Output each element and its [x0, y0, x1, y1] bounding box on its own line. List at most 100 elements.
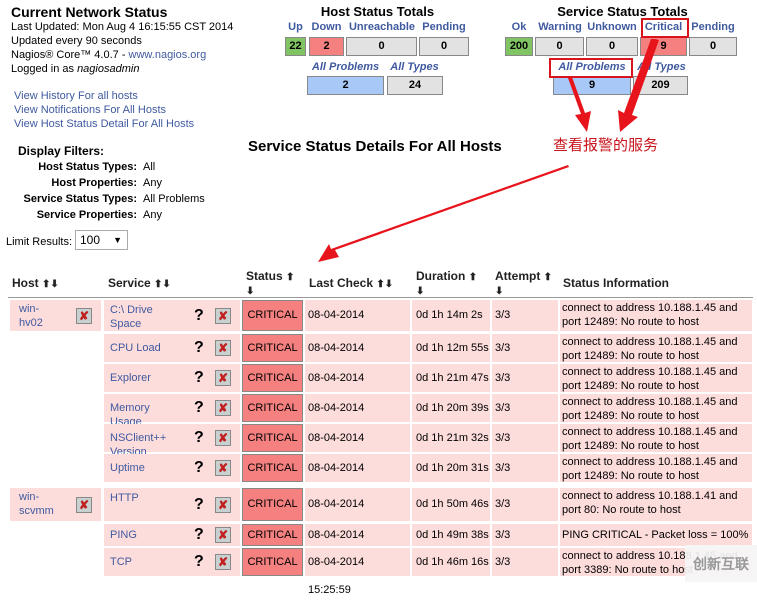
notifications-disabled-icon[interactable]: ✘ [215, 527, 231, 543]
service-cell: Uptime? ✘ [104, 454, 240, 482]
sort-up-icon[interactable]: ⬆ [469, 272, 477, 283]
header-duration-label: Duration [416, 269, 466, 283]
filter-label-host-properties: Host Properties: [51, 177, 137, 189]
notifications-disabled-icon[interactable]: ✘ [215, 400, 231, 416]
duration-cell: 0d 1h 21m 32s [412, 424, 490, 452]
column-header-duration[interactable]: Duration ⬆ ⬇ [416, 269, 477, 297]
duration-cell: 0d 1h 12m 55s [412, 334, 490, 362]
host-cell: win-hv02 ✘ [10, 300, 101, 331]
duration-cell: 0d 1h 46m 16s [412, 548, 490, 576]
service-link[interactable]: Explorer [110, 371, 180, 385]
sort-down-icon[interactable]: ⬇ [416, 286, 424, 297]
attempt-cell: 3/3 [492, 394, 558, 422]
attempt-cell: 3/3 [492, 548, 558, 576]
notifications-disabled-icon[interactable]: ✘ [76, 496, 92, 513]
attempt-cell: 3/3 [492, 524, 558, 546]
column-header-host[interactable]: Host ⬆⬇ [12, 276, 59, 290]
column-header-status-information: Status Information [563, 276, 670, 290]
service-cell: Explorer? ✘ [104, 364, 240, 392]
attempt-cell: 3/3 [492, 454, 558, 482]
status-information-cell: connect to address 10.188.1.45 and port … [560, 364, 752, 392]
help-icon[interactable]: ? [194, 429, 204, 447]
attempt-cell: 3/3 [492, 488, 558, 521]
help-icon[interactable]: ? [194, 459, 204, 477]
status-badge: CRITICAL [242, 334, 303, 362]
attempt-cell: 3/3 [492, 424, 558, 452]
sort-down-icon[interactable]: ⬇ [246, 286, 254, 297]
duration-cell: 0d 1h 21m 47s [412, 364, 490, 392]
column-header-status[interactable]: Status ⬆ ⬇ [246, 269, 294, 297]
service-cell: HTTP? ✘ [104, 488, 240, 521]
column-header-last-check[interactable]: Last Check ⬆⬇ [309, 276, 393, 290]
arrow-to-status-column [318, 165, 569, 262]
status-information-cell: connect to address 10.188.1.45 and port … [560, 394, 752, 422]
sort-up-icon[interactable]: ⬆ [286, 272, 294, 283]
sort-up-icon[interactable]: ⬆ [544, 272, 552, 283]
notifications-disabled-icon[interactable]: ✘ [215, 430, 231, 446]
help-icon[interactable]: ? [194, 307, 204, 325]
status-information-cell: connect to address 10.188.1.45 and port … [560, 454, 752, 482]
duration-cell: 0d 1h 14m 2s [412, 300, 490, 331]
help-icon[interactable]: ? [194, 339, 204, 357]
service-link[interactable]: CPU Load [110, 341, 180, 355]
notifications-disabled-icon[interactable]: ✘ [76, 307, 92, 324]
status-badge: CRITICAL [242, 424, 303, 452]
attempt-cell: 3/3 [492, 300, 558, 331]
help-icon[interactable]: ? [194, 553, 204, 571]
help-icon[interactable]: ? [194, 496, 204, 514]
column-header-attempt[interactable]: Attempt ⬆ ⬇ [495, 269, 552, 297]
status-badge: CRITICAL [242, 364, 303, 392]
filter-label-service-properties: Service Properties: [36, 209, 137, 221]
service-link[interactable]: C:\ Drive Space [110, 303, 180, 331]
sort-arrows-icon[interactable]: ⬆⬇ [154, 279, 171, 290]
last-check-cell: 08-04-2014 15:25:15 [305, 394, 410, 442]
service-link[interactable]: PING [110, 528, 180, 542]
status-badge: CRITICAL [242, 394, 303, 422]
host-link[interactable]: win-hv02 [19, 302, 57, 330]
arrow-to-critical [618, 39, 659, 132]
limit-results-label: Limit Results: [6, 236, 73, 248]
notifications-disabled-icon[interactable]: ✘ [215, 340, 231, 356]
last-check-cell: 08-04-2014 15:25:15 [305, 424, 410, 472]
attempt-cell: 3/3 [492, 334, 558, 362]
status-badge: CRITICAL [242, 488, 303, 521]
host-cell: win-scvmm ✘ [10, 488, 101, 521]
service-link[interactable]: TCP [110, 555, 180, 569]
notifications-disabled-icon[interactable]: ✘ [215, 496, 231, 513]
notifications-disabled-icon[interactable]: ✘ [215, 307, 231, 324]
last-check-cell: 08-04-2014 15:25:15 [305, 454, 410, 502]
filter-label-service-status: Service Status Types: [23, 193, 137, 205]
service-link[interactable]: HTTP [110, 491, 180, 505]
help-icon[interactable]: ? [194, 369, 204, 387]
help-icon[interactable]: ? [194, 526, 204, 544]
column-header-service[interactable]: Service ⬆⬇ [108, 276, 171, 290]
attempt-cell: 3/3 [492, 364, 558, 392]
service-link[interactable]: Uptime [110, 461, 180, 475]
last-check-cell: 08-04-2014 15:25:15 [305, 364, 410, 412]
status-badge: CRITICAL [242, 454, 303, 482]
limit-results-select[interactable]: 100 ▼ [75, 230, 128, 250]
status-badge: CRITICAL [242, 524, 303, 546]
notifications-disabled-icon[interactable]: ✘ [215, 370, 231, 386]
limit-results-value: 100 [80, 233, 101, 247]
service-cell: PING? ✘ [104, 524, 240, 546]
duration-cell: 0d 1h 20m 31s [412, 454, 490, 482]
sort-down-icon[interactable]: ⬇ [495, 286, 503, 297]
notifications-disabled-icon[interactable]: ✘ [215, 460, 231, 476]
sort-arrows-icon[interactable]: ⬆⬇ [42, 279, 59, 290]
arrow-to-all-problems [568, 77, 591, 132]
header-last-check-label: Last Check [309, 276, 374, 290]
status-information-cell: connect to address 10.188.1.45 and port … [560, 300, 752, 331]
filter-value-service-status: All Problems [143, 193, 205, 205]
page-title: Service Status Details For All Hosts [248, 138, 502, 155]
sort-arrows-icon[interactable]: ⬆⬇ [376, 279, 393, 290]
help-icon[interactable]: ? [194, 399, 204, 417]
service-cell: Memory Usage? ✘ [104, 394, 240, 428]
last-check-cell: 08-04-2014 15:25:59 [305, 548, 410, 596]
status-information-cell: connect to address 10.188.1.45 and port … [560, 424, 752, 452]
duration-cell: 0d 1h 20m 39s [412, 394, 490, 422]
annotation-text: 查看报警的服务 [553, 137, 659, 154]
status-information-cell: PING CRITICAL - Packet loss = 100% [560, 524, 752, 546]
host-link[interactable]: win-scvmm [19, 490, 57, 518]
notifications-disabled-icon[interactable]: ✘ [215, 554, 231, 570]
